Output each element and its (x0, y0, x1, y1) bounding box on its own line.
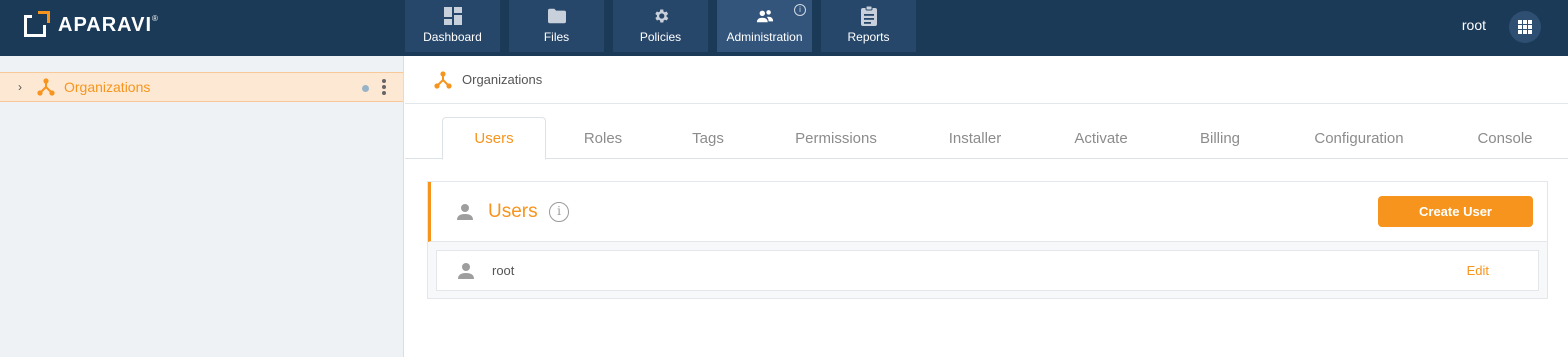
tab-billing[interactable]: Billing (1180, 117, 1260, 159)
tree-item-organizations[interactable]: › Organizations (0, 72, 403, 102)
more-vertical-icon[interactable] (381, 79, 387, 95)
tab-permissions[interactable]: Permissions (780, 117, 892, 159)
nav-dashboard[interactable]: Dashboard (405, 0, 500, 52)
table-row[interactable]: root Edit (436, 250, 1539, 291)
nav-label: Policies (639, 30, 682, 44)
apps-grid-button[interactable] (1509, 11, 1541, 43)
person-icon (457, 204, 473, 220)
aparavi-logo[interactable]: APARAVI® (24, 10, 159, 40)
tab-activate[interactable]: Activate (1055, 117, 1147, 159)
org-tree-icon (433, 70, 453, 90)
tab-roles[interactable]: Roles (563, 117, 643, 159)
logo-text: APARAVI® (58, 13, 159, 36)
dashboard-icon (443, 7, 462, 25)
breadcrumb-label[interactable]: Organizations (462, 72, 542, 87)
sidebar: › Organizations (0, 56, 404, 357)
folder-icon (547, 7, 566, 25)
people-icon (756, 7, 774, 25)
top-bar: APARAVI® Dashboard Files Policies i Admi… (0, 0, 1568, 56)
current-user[interactable]: root (1462, 17, 1486, 33)
clipboard-icon (860, 6, 878, 26)
person-icon (458, 263, 474, 279)
tab-installer[interactable]: Installer (930, 117, 1020, 159)
logo-mark-icon (24, 11, 52, 39)
tab-bar: Users Roles Tags Permissions Installer A… (405, 117, 1568, 160)
main-content: Organizations Users Roles Tags Permissio… (405, 56, 1568, 357)
grid-icon (1518, 20, 1532, 34)
users-panel: Users i Create User root Edit (427, 181, 1548, 299)
breadcrumb: Organizations (405, 56, 1568, 104)
nav-policies[interactable]: Policies (613, 0, 708, 52)
nav-files[interactable]: Files (509, 0, 604, 52)
main-nav: Dashboard Files Policies i Administratio… (405, 0, 925, 52)
org-tree-icon (36, 77, 56, 97)
info-icon[interactable]: i (794, 4, 806, 16)
tab-console[interactable]: Console (1463, 117, 1547, 159)
nav-administration[interactable]: i Administration (717, 0, 812, 52)
info-icon[interactable]: i (549, 202, 569, 222)
user-name: root (492, 263, 515, 278)
nav-label: Dashboard (423, 30, 482, 44)
tab-users[interactable]: Users (442, 117, 546, 160)
create-user-button[interactable]: Create User (1378, 196, 1533, 227)
nav-label: Administration (726, 30, 803, 44)
edit-link[interactable]: Edit (1467, 263, 1489, 278)
tree-item-label: Organizations (64, 79, 151, 95)
nav-reports[interactable]: Reports (821, 0, 916, 52)
users-panel-header: Users i Create User (428, 182, 1547, 242)
status-dot (362, 85, 369, 92)
gear-icon (652, 7, 670, 25)
panel-title: Users (488, 201, 538, 222)
tab-tags[interactable]: Tags (668, 117, 748, 159)
nav-label: Files (543, 30, 570, 44)
nav-label: Reports (847, 30, 890, 44)
tab-configuration[interactable]: Configuration (1298, 117, 1420, 159)
chevron-right-icon[interactable]: › (18, 80, 32, 94)
